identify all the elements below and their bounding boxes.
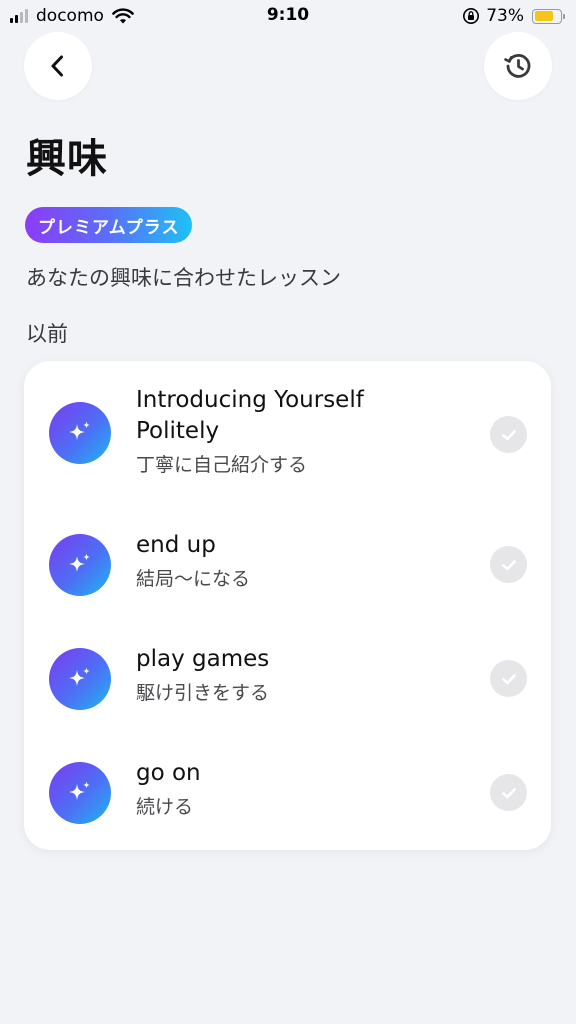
history-icon — [504, 54, 531, 78]
completed-check-icon — [490, 416, 527, 453]
page-subtitle: あなたの興味に合わせたレッスン — [26, 266, 341, 290]
completed-check-icon — [490, 546, 527, 583]
lesson-title: end up — [136, 532, 216, 558]
completed-check-icon — [490, 660, 527, 697]
status-right: 73% — [462, 6, 565, 26]
chevron-left-icon — [51, 55, 63, 77]
section-label-previous: 以前 — [26, 322, 68, 346]
lesson-title: go on — [136, 760, 201, 786]
premium-plus-badge: プレミアムプラス — [25, 207, 193, 243]
page-title: 興味 — [26, 136, 108, 182]
lesson-item[interactable]: end up 結局〜になる — [24, 501, 551, 615]
lesson-subtitle: 駆け引きをする — [136, 682, 270, 704]
lesson-list-screen: docomo 9:10 73% 興味 プレミアムプラス あなたの興味に合わせたレ… — [0, 0, 576, 1024]
sparkle-icon — [49, 534, 111, 596]
lesson-text: end up 結局〜になる — [136, 530, 436, 593]
lesson-subtitle: 丁寧に自己紹介する — [136, 454, 308, 476]
sparkle-icon — [49, 762, 111, 824]
battery-level — [534, 11, 553, 21]
lesson-text: play games 駆け引きをする — [136, 644, 436, 707]
completed-check-icon — [490, 774, 527, 811]
back-button[interactable] — [24, 32, 92, 100]
lesson-item[interactable]: play games 駆け引きをする — [24, 615, 551, 729]
sparkle-icon — [49, 402, 111, 464]
lesson-list-card: Introducing Yourself Politely 丁寧に自己紹介する … — [24, 361, 551, 850]
lesson-text: go on 続ける — [136, 758, 436, 821]
status-bar: docomo 9:10 73% — [0, 0, 576, 34]
lesson-subtitle: 結局〜になる — [136, 568, 251, 590]
battery-icon — [532, 8, 565, 24]
lesson-subtitle: 続ける — [136, 796, 194, 818]
lesson-text: Introducing Yourself Politely 丁寧に自己紹介する — [136, 385, 436, 479]
rotation-lock-icon — [463, 8, 480, 24]
lesson-item[interactable]: go on 続ける — [24, 729, 551, 850]
lesson-title: Introducing Yourself Politely — [136, 387, 364, 444]
lesson-item[interactable]: Introducing Yourself Politely 丁寧に自己紹介する — [24, 361, 551, 501]
sparkle-icon — [49, 648, 111, 710]
battery-percent: 73% — [486, 6, 524, 26]
history-button[interactable] — [484, 32, 552, 100]
lesson-title: play games — [136, 646, 270, 672]
